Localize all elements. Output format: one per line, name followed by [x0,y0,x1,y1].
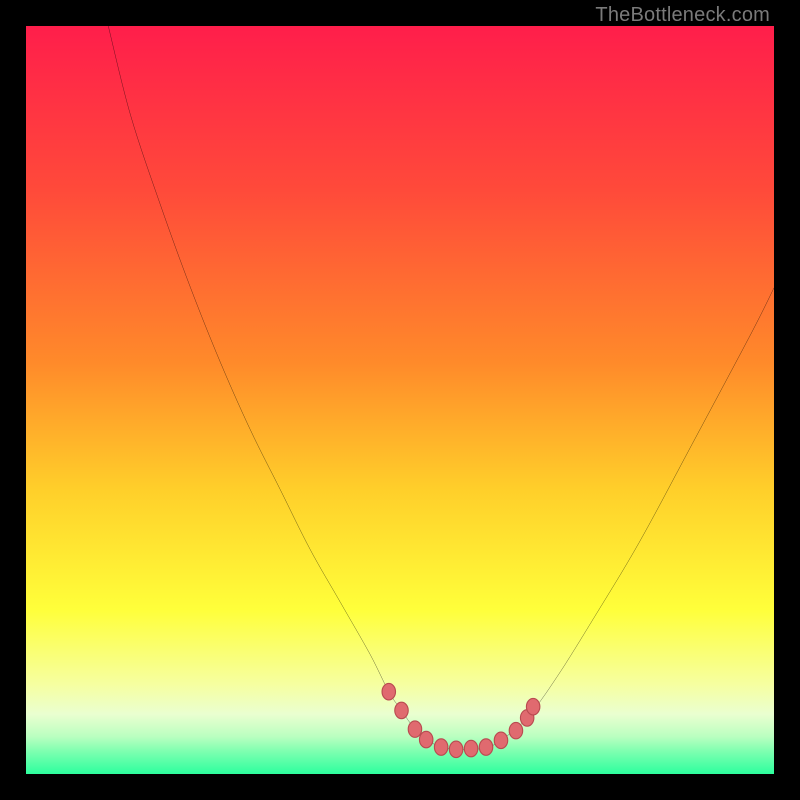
curve-marker [449,741,462,757]
curve-marker [408,721,421,737]
curve-marker [382,683,395,699]
curve-marker [419,731,432,747]
bottleneck-curve [26,26,774,774]
bottleneck-chart [26,26,774,774]
curve-marker [395,702,408,718]
curve-marker [464,740,477,756]
curve-marker [479,739,492,755]
curve-marker [526,698,539,714]
curve-marker [509,722,522,738]
curve-marker [434,739,447,755]
watermark-label: TheBottleneck.com [595,4,770,27]
curve-marker [494,732,507,748]
